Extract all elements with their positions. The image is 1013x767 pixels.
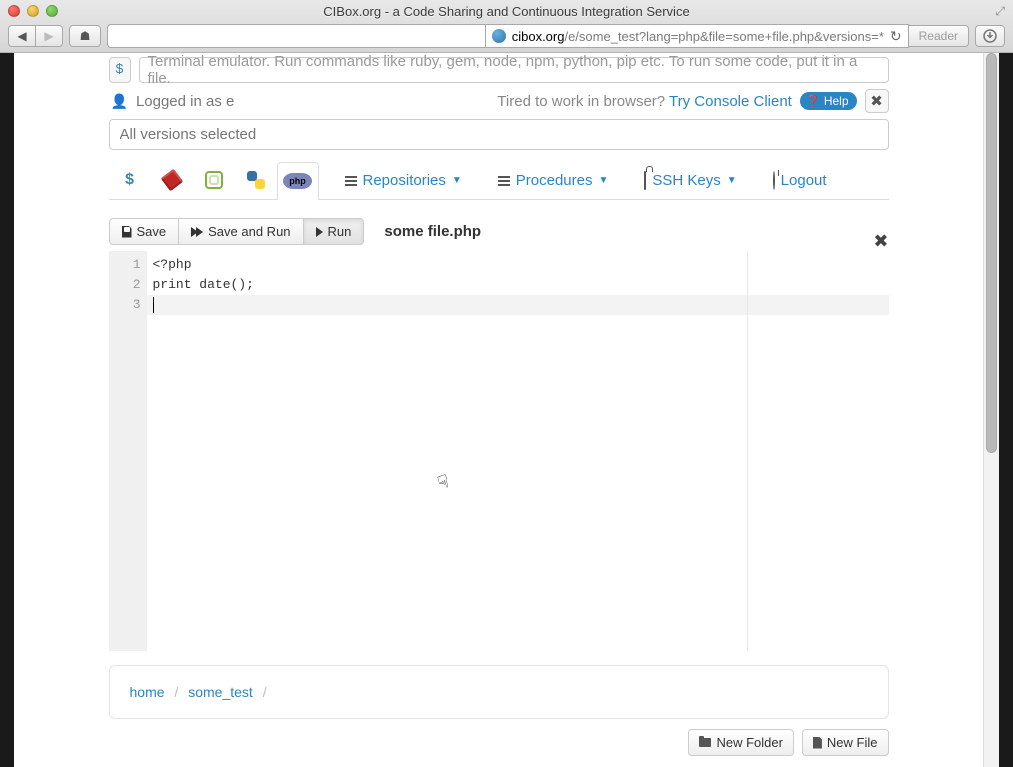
run-button[interactable]: Run bbox=[303, 218, 365, 245]
breadcrumb-project[interactable]: some_test bbox=[188, 684, 253, 700]
line-gutter: 1 2 3 bbox=[109, 251, 147, 651]
breadcrumb-home[interactable]: home bbox=[130, 684, 165, 700]
terminal-input[interactable]: Terminal emulator. Run commands like rub… bbox=[139, 57, 889, 83]
php-icon: php bbox=[283, 173, 312, 189]
folder-icon bbox=[699, 738, 711, 747]
list-icon bbox=[498, 176, 510, 186]
editor-toolbar: Save Save and Run Run some file.php ✖ bbox=[109, 218, 889, 245]
back-button[interactable]: ◀ bbox=[8, 25, 36, 47]
new-file-button[interactable]: New File bbox=[802, 729, 889, 756]
power-icon bbox=[773, 171, 775, 190]
nodejs-icon bbox=[205, 171, 223, 189]
url-text: cibox.org/e/some_test?lang=php&file=some… bbox=[512, 29, 884, 44]
minimize-window-button[interactable] bbox=[27, 5, 39, 17]
scrollbar-thumb[interactable] bbox=[986, 53, 997, 453]
breadcrumb-panel: home / some_test / bbox=[109, 665, 889, 719]
caret-icon: ▼ bbox=[452, 175, 462, 186]
terminal-row: $ Terminal emulator. Run commands like r… bbox=[109, 57, 889, 83]
titlebar: CIBox.org - a Code Sharing and Continuou… bbox=[0, 0, 1013, 22]
save-button[interactable]: Save bbox=[109, 218, 180, 245]
logout-link[interactable]: Logout bbox=[761, 164, 839, 199]
share-button[interactable]: ☗ bbox=[69, 25, 101, 47]
terminal-prompt: $ bbox=[109, 57, 131, 83]
breadcrumb-sep: / bbox=[174, 684, 178, 700]
page-content: $ Terminal emulator. Run commands like r… bbox=[14, 53, 983, 767]
lang-shell-tab[interactable]: $ bbox=[109, 161, 151, 199]
left-strip bbox=[0, 53, 14, 767]
editor-button-group: Save Save and Run Run bbox=[109, 218, 365, 245]
dismiss-button[interactable]: ✖ bbox=[865, 89, 889, 113]
reload-button[interactable]: ↻ bbox=[890, 28, 902, 45]
filename-label: some file.php bbox=[384, 223, 481, 240]
repositories-menu[interactable]: Repositories ▼ bbox=[333, 164, 474, 199]
code-editor[interactable]: 1 2 3 <?php print date(); ☟ bbox=[109, 251, 889, 651]
reader-button[interactable]: Reader bbox=[908, 25, 969, 47]
close-window-button[interactable] bbox=[8, 5, 20, 17]
urlbar-left-cap bbox=[107, 24, 486, 48]
lang-node-tab[interactable] bbox=[193, 161, 235, 199]
lang-python-tab[interactable] bbox=[235, 161, 277, 199]
main-container: $ Terminal emulator. Run commands like r… bbox=[109, 53, 889, 756]
fast-forward-icon bbox=[191, 227, 203, 237]
save-icon bbox=[122, 226, 132, 238]
code-line: <?php bbox=[153, 255, 883, 275]
new-folder-button[interactable]: New Folder bbox=[688, 729, 793, 756]
save-and-run-button[interactable]: Save and Run bbox=[178, 218, 303, 245]
downloads-button[interactable] bbox=[975, 25, 1005, 47]
favicon-icon bbox=[492, 29, 506, 43]
browser-chrome: CIBox.org - a Code Sharing and Continuou… bbox=[0, 0, 1013, 53]
code-line: print date(); bbox=[153, 275, 883, 295]
url-bar[interactable]: cibox.org/e/some_test?lang=php&file=some… bbox=[485, 24, 909, 48]
code-line bbox=[153, 295, 883, 315]
footer-buttons: New Folder New File bbox=[109, 729, 889, 756]
close-editor-button[interactable]: ✖ bbox=[873, 231, 888, 252]
procedures-menu[interactable]: Procedures ▼ bbox=[486, 164, 621, 199]
python-icon bbox=[247, 171, 265, 189]
lock-icon bbox=[644, 171, 646, 190]
viewport: $ Terminal emulator. Run commands like r… bbox=[0, 53, 1013, 767]
help-button[interactable]: ❓Help bbox=[800, 92, 857, 110]
console-client-link[interactable]: Try Console Client bbox=[669, 93, 792, 110]
versions-input[interactable] bbox=[109, 119, 889, 150]
window-title: CIBox.org - a Code Sharing and Continuou… bbox=[0, 4, 1013, 19]
nav-tabs: $ php Repositories ▼ Procedures ▼ bbox=[109, 160, 889, 200]
code-area[interactable]: <?php print date(); bbox=[147, 251, 889, 651]
browser-toolbar: ◀ ▶ ☗ cibox.org/e/some_test?lang=php&fil… bbox=[0, 22, 1013, 52]
fullscreen-icon[interactable]: ⤢ bbox=[995, 4, 1005, 19]
lang-php-tab[interactable]: php bbox=[277, 162, 319, 200]
caret-icon: ▼ bbox=[727, 175, 737, 186]
window-controls bbox=[8, 5, 58, 17]
ruby-icon bbox=[160, 169, 183, 192]
forward-button[interactable]: ▶ bbox=[35, 25, 63, 47]
vertical-scrollbar[interactable] bbox=[983, 53, 999, 767]
file-icon bbox=[813, 737, 822, 749]
caret-icon: ▼ bbox=[599, 175, 609, 186]
status-row: 👤 Logged in as e Tired to work in browse… bbox=[109, 89, 889, 113]
zoom-window-button[interactable] bbox=[46, 5, 58, 17]
logged-in-text: Logged in as e bbox=[136, 93, 234, 110]
right-strip bbox=[999, 53, 1013, 767]
user-icon: 👤 bbox=[111, 93, 128, 110]
breadcrumb: home / some_test / bbox=[130, 684, 868, 700]
ssh-keys-menu[interactable]: SSH Keys▼ bbox=[632, 164, 748, 199]
status-right: Tired to work in browser? Try Console Cl… bbox=[497, 93, 792, 110]
breadcrumb-sep: / bbox=[263, 684, 267, 700]
play-icon bbox=[316, 227, 323, 237]
lang-ruby-tab[interactable] bbox=[151, 161, 193, 199]
list-icon bbox=[345, 176, 357, 186]
